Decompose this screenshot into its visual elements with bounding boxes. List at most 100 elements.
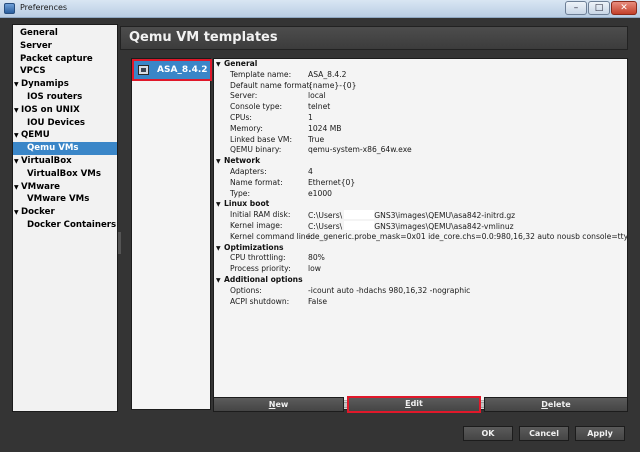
sidebar-item[interactable]: ▼ Dynamips (13, 78, 117, 91)
details-section-header[interactable]: ▼ Optimizations (214, 243, 627, 254)
redacted-username (344, 220, 375, 230)
preferences-frame: General Server Packet capture VPCS ▼ Dynamips… (0, 18, 640, 452)
property-value-text: local (308, 91, 326, 101)
expand-arrow-icon[interactable]: ▼ (14, 105, 21, 118)
sidebar-item-label: IOU Devices (27, 117, 86, 128)
sidebar-item[interactable]: ▼ Docker (13, 206, 117, 219)
property-value-text: 80% (308, 253, 325, 263)
property-value: True (308, 135, 324, 146)
edit-button-label: dit (410, 399, 423, 408)
close-icon: ✕ (620, 3, 628, 13)
property-value-text: C:\Users\ (308, 211, 343, 221)
edit-button[interactable]: Edit (347, 396, 481, 413)
delete-button-label: elete (547, 400, 571, 409)
property-row: Adapters: 4 (214, 167, 627, 178)
delete-button[interactable]: Delete (484, 397, 628, 412)
sidebar-item[interactable]: IOU Devices (13, 117, 117, 130)
details-section-header[interactable]: ▼ General (214, 59, 627, 70)
property-key: Template name: (230, 69, 292, 79)
expand-arrow-icon[interactable]: ▼ (14, 130, 21, 143)
sidebar-item[interactable]: Docker Containers (13, 219, 117, 232)
vm-template-list[interactable]: ASA_8.4.2 (131, 58, 212, 410)
sidebar-item[interactable]: VPCS (13, 65, 117, 78)
property-value-text: Ethernet{0} (308, 177, 356, 187)
property-key: Process priority: (230, 264, 291, 274)
property-value-text: 4 (308, 166, 313, 176)
expand-arrow-icon[interactable]: ▼ (14, 79, 21, 92)
property-row: Initial RAM disk: C:\Users\ GNS3\images\QE… (214, 210, 627, 221)
property-key: Linked base VM: (230, 134, 293, 144)
property-value-text: False (308, 296, 328, 306)
sidebar-item[interactable]: VirtualBox VMs (13, 168, 117, 181)
sidebar-item[interactable]: ▼ VirtualBox (13, 155, 117, 168)
property-key: ACPI shutdown: (230, 296, 290, 306)
property-key: Memory: (230, 123, 263, 133)
property-row: Console type: telnet (214, 102, 627, 113)
property-row: Server: local (214, 91, 627, 102)
sidebar-item-label: Docker Containers (27, 219, 117, 230)
sidebar-item[interactable]: ▼ VMware (13, 181, 117, 194)
sidebar-item-label: VPCS (20, 66, 46, 77)
minimize-button[interactable]: – (565, 1, 587, 15)
sidebar-item[interactable]: Server (13, 40, 117, 53)
sidebar-item[interactable]: General (13, 27, 117, 40)
details-section-header[interactable]: ▼ Linux boot (214, 199, 627, 210)
sidebar-item[interactable]: VMware VMs (13, 193, 117, 206)
property-key: Server: (230, 91, 258, 101)
property-key: Options: (230, 285, 262, 295)
expand-arrow-icon[interactable]: ▼ (14, 182, 21, 195)
expand-arrow-icon[interactable]: ▼ (14, 156, 21, 169)
property-row: Options: -icount auto -hdachs 980,16,32 -… (214, 286, 627, 297)
sidebar-item-label: Docker (21, 207, 55, 218)
sidebar-item-label: VirtualBox VMs (27, 168, 101, 179)
title-bar: Preferences – □ ✕ (0, 0, 640, 18)
sidebar-item[interactable]: Packet capture (13, 53, 117, 66)
property-value-text: 1 (308, 112, 313, 122)
close-button[interactable]: ✕ (611, 1, 637, 15)
maximize-icon: □ (594, 3, 604, 13)
property-key: Type: (230, 188, 250, 198)
property-value: 80% (308, 253, 325, 264)
sidebar-item-label: IOS routers (27, 91, 83, 102)
ok-button[interactable]: OK (463, 426, 513, 441)
category-tree[interactable]: General Server Packet capture VPCS ▼ Dynamips… (12, 24, 118, 412)
new-button[interactable]: New (213, 397, 344, 412)
property-key: QEMU binary: (230, 145, 282, 155)
apply-button[interactable]: Apply (575, 426, 625, 441)
sidebar-item-label: VMware VMs (27, 194, 90, 205)
property-value-text: e1000 (308, 188, 332, 198)
minimize-icon: – (573, 3, 579, 13)
sidebar-item-label: Packet capture (20, 53, 93, 64)
property-value: {name}-{0} (308, 81, 356, 92)
property-value: False (308, 297, 327, 308)
property-value-text: {name}-{0} (308, 80, 357, 90)
sidebar-item[interactable]: ▼ IOS on UNIX (13, 104, 117, 117)
sidebar-item[interactable]: ▼ QEMU (13, 129, 117, 142)
maximize-button[interactable]: □ (588, 1, 610, 15)
property-row: CPUs: 1 (214, 113, 627, 124)
property-row: QEMU binary: qemu-system-x86_64w.exe (214, 145, 627, 156)
property-value: ide_generic.probe_mask=0x01 ide_core.chs… (308, 232, 627, 243)
sidebar-item[interactable]: Qemu VMs (13, 142, 117, 155)
property-value: low (308, 264, 321, 275)
details-section-header[interactable]: ▼ Network (214, 156, 627, 167)
splitter-handle[interactable] (118, 232, 121, 254)
cancel-button[interactable]: Cancel (519, 426, 569, 441)
sidebar-item-label: IOS on UNIX (21, 104, 80, 115)
vm-template-item[interactable]: ASA_8.4.2 (132, 59, 212, 81)
redacted-username (344, 210, 375, 220)
sidebar-item[interactable]: IOS routers (13, 91, 117, 104)
template-details[interactable]: ▼ General Template name: ASA_8.4.2 Default n… (213, 58, 628, 410)
details-section-header[interactable]: ▼ Additional options (214, 275, 627, 286)
property-value: e1000 (308, 189, 332, 200)
details-section-title: Network (224, 156, 261, 166)
expand-arrow-icon[interactable]: ▼ (14, 207, 21, 220)
property-value-path: GNS3\images\QEMU\asa842-vmlinuz (374, 221, 514, 231)
property-key: Kernel command line: (230, 231, 313, 241)
property-row: Type: e1000 (214, 189, 627, 200)
property-value-text: low (308, 264, 321, 274)
property-value-text: ASA_8.4.2 (308, 69, 347, 79)
panel-title: Qemu VM templates (120, 26, 628, 50)
property-value: 4 (308, 167, 313, 178)
property-key: Adapters: (230, 166, 267, 176)
